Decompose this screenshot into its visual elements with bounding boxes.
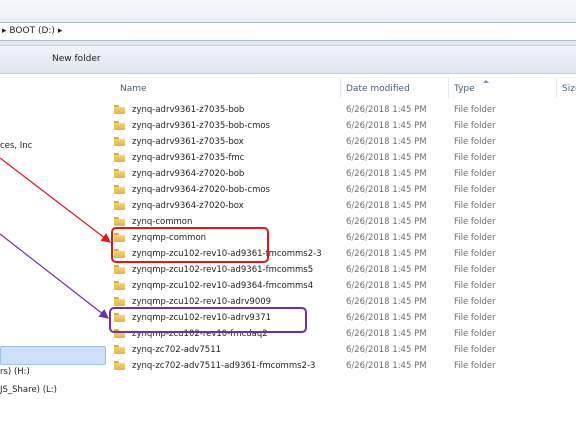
red-arrow [0,157,111,243]
annotation-arrows [0,157,111,319]
purple-arrow [0,233,109,319]
